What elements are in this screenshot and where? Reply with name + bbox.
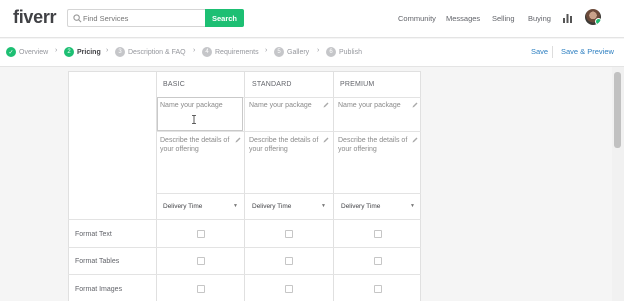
save-preview-link[interactable]: Save & Preview <box>561 47 614 56</box>
step-publish[interactable]: 6 Publish <box>326 47 362 57</box>
standard-package-name[interactable]: Name your package <box>249 101 312 110</box>
save-link[interactable]: Save <box>531 47 548 56</box>
pencil-icon <box>323 102 329 108</box>
premium-package-description[interactable]: Describe the details of your offering <box>338 136 410 154</box>
top-navbar: fiverr Search Community Messages Selling… <box>0 0 624 38</box>
chevron-right-icon: › <box>265 47 268 54</box>
fiverr-logo[interactable]: fiverr <box>13 7 57 28</box>
nav-messages[interactable]: Messages <box>446 14 480 23</box>
divider <box>333 71 334 301</box>
step-label: Overview <box>19 48 49 56</box>
step-number: 2 <box>64 47 74 57</box>
chevron-right-icon: › <box>193 47 196 54</box>
premium-package-name[interactable]: Name your package <box>338 101 401 110</box>
feature-label: Format Images <box>75 286 123 293</box>
standard-feature-checkbox[interactable] <box>285 257 293 265</box>
caret-down-icon[interactable]: ▼ <box>321 203 326 209</box>
premium-feature-checkbox[interactable] <box>374 257 382 265</box>
text-cursor-icon <box>192 115 196 124</box>
standard-feature-checkbox[interactable] <box>285 285 293 293</box>
step-label: Requirements <box>215 48 259 56</box>
standard-feature-checkbox[interactable] <box>285 230 293 238</box>
step-label: Gallery <box>287 48 310 56</box>
step-overview[interactable]: ✓ Overview <box>6 47 48 57</box>
standard-package-description[interactable]: Describe the details of your offering <box>249 136 321 154</box>
step-label: Pricing <box>77 48 101 56</box>
step-gallery[interactable]: 5 Gallery <box>274 47 309 57</box>
standard-delivery-select[interactable]: Delivery Time <box>252 203 291 210</box>
scrollbar-thumb[interactable] <box>614 72 621 148</box>
step-pricing[interactable]: 2 Pricing <box>64 47 101 57</box>
pencil-icon <box>235 137 241 143</box>
chevron-right-icon: › <box>106 47 109 54</box>
divider <box>68 274 421 275</box>
basic-package-description[interactable]: Describe the details of your offering <box>160 136 232 154</box>
step-number: 4 <box>202 47 212 57</box>
divider <box>552 46 553 58</box>
nav-selling[interactable]: Selling <box>492 14 515 23</box>
basic-package-name: Name your package <box>160 102 223 109</box>
step-label: Publish <box>339 48 362 56</box>
divider <box>244 71 245 301</box>
basic-delivery-select[interactable]: Delivery Time <box>163 203 202 210</box>
chevron-right-icon: › <box>317 47 320 54</box>
caret-down-icon[interactable]: ▼ <box>233 203 238 209</box>
column-header-basic: BASIC <box>163 81 186 88</box>
basic-feature-checkbox[interactable] <box>197 230 205 238</box>
step-requirements[interactable]: 4 Requirements <box>202 47 259 57</box>
divider <box>68 247 421 248</box>
column-header-standard: STANDARD <box>252 81 292 88</box>
bar-chart-icon[interactable] <box>563 12 572 23</box>
nav-buying[interactable]: Buying <box>528 14 551 23</box>
nav-community[interactable]: Community <box>398 14 436 23</box>
caret-down-icon[interactable]: ▼ <box>410 203 415 209</box>
column-header-premium: PREMIUM <box>340 81 375 88</box>
step-label: Description & FAQ <box>128 48 186 56</box>
step-number: 6 <box>326 47 336 57</box>
feature-label: Format Text <box>75 231 112 238</box>
pencil-icon <box>323 137 329 143</box>
search-icon <box>73 14 82 23</box>
divider <box>156 193 421 194</box>
chevron-right-icon: › <box>55 47 58 54</box>
step-number: 5 <box>274 47 284 57</box>
premium-feature-checkbox[interactable] <box>374 230 382 238</box>
divider <box>156 131 421 132</box>
pencil-icon <box>412 137 418 143</box>
basic-feature-checkbox[interactable] <box>197 285 205 293</box>
basic-feature-checkbox[interactable] <box>197 257 205 265</box>
feature-label: Format Tables <box>75 258 120 265</box>
user-avatar[interactable] <box>585 9 601 25</box>
divider <box>68 219 421 220</box>
search-box[interactable] <box>67 9 206 27</box>
check-icon: ✓ <box>6 47 16 57</box>
search-input[interactable] <box>83 11 203 25</box>
step-number: 3 <box>115 47 125 57</box>
premium-delivery-select[interactable]: Delivery Time <box>341 203 380 210</box>
step-description-faq[interactable]: 3 Description & FAQ <box>115 47 186 57</box>
pencil-icon <box>412 102 418 108</box>
premium-feature-checkbox[interactable] <box>374 285 382 293</box>
search-button[interactable]: Search <box>205 9 244 27</box>
